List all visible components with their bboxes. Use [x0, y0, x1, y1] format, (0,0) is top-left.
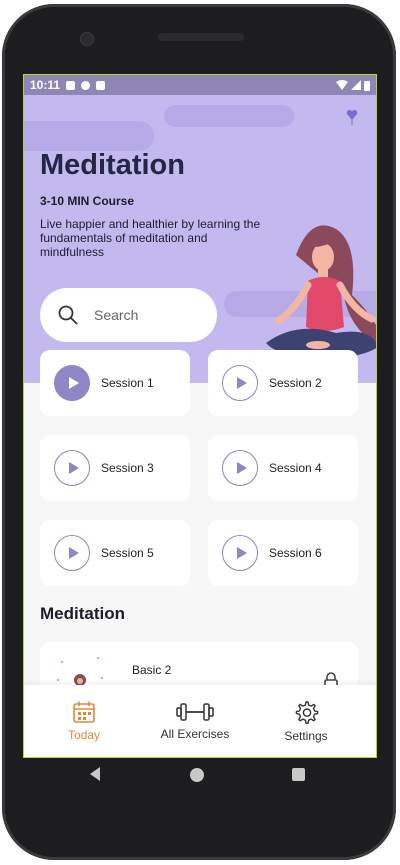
meditating-woman-illustration — [266, 225, 376, 357]
play-button[interactable] — [54, 450, 90, 486]
back-icon[interactable] — [88, 766, 102, 782]
home-icon[interactable] — [190, 768, 204, 782]
notification-icon — [66, 80, 76, 90]
play-button[interactable] — [54, 365, 90, 401]
status-time: 10:11 — [30, 78, 61, 92]
cloud-decoration — [24, 121, 154, 151]
bottom-navigation: Today All Exercises Settings — [24, 685, 376, 757]
nav-today-label: Today — [67, 728, 101, 742]
search-bar[interactable] — [40, 288, 217, 342]
recent-apps-icon[interactable] — [292, 768, 305, 781]
play-button[interactable] — [54, 535, 90, 571]
course-duration: 3-10 MIN Course — [40, 194, 135, 208]
nav-settings-label: Settings — [284, 729, 328, 743]
session-card-5[interactable]: Session 5 — [40, 520, 190, 586]
card-title: Basic 2 — [132, 663, 172, 677]
notification-icon — [81, 80, 91, 90]
play-icon — [236, 462, 247, 474]
play-icon — [68, 377, 79, 389]
session-label: Session 4 — [269, 461, 322, 475]
session-card-4[interactable]: Session 4 — [208, 435, 358, 501]
nav-today[interactable]: Today — [52, 685, 116, 757]
hero-banner: Meditation 3-10 MIN Course Live happier … — [24, 95, 376, 383]
nav-all-exercises[interactable]: All Exercises — [150, 685, 240, 757]
heart-balloon-icon — [346, 109, 358, 125]
session-card-6[interactable]: Session 6 — [208, 520, 358, 586]
phone-frame: 10:11 Meditation 3-10 MIN Course Live ha… — [2, 4, 396, 860]
sd-card-icon — [96, 80, 106, 90]
session-label: Session 3 — [101, 461, 154, 475]
session-card-1[interactable]: Session 1 — [40, 350, 190, 416]
play-icon — [236, 377, 247, 389]
signal-icon — [351, 80, 361, 90]
cloud-decoration — [164, 105, 294, 127]
session-label: Session 5 — [101, 546, 154, 560]
play-button[interactable] — [222, 365, 258, 401]
status-bar: 10:11 — [24, 75, 376, 95]
gear-icon — [295, 701, 319, 724]
play-icon — [68, 462, 79, 474]
nav-settings[interactable]: Settings — [272, 685, 340, 757]
camera-icon — [80, 32, 94, 46]
play-icon — [236, 547, 247, 559]
search-icon — [58, 305, 78, 325]
session-label: Session 6 — [269, 546, 322, 560]
battery-icon — [364, 80, 370, 91]
session-label: Session 1 — [101, 376, 154, 390]
play-button[interactable] — [222, 450, 258, 486]
wifi-icon — [336, 80, 348, 90]
speaker-grille — [158, 33, 244, 41]
course-description: Live happier and healthier by learning t… — [40, 217, 261, 259]
search-input[interactable] — [92, 306, 206, 324]
section-title: Meditation — [40, 604, 125, 623]
session-card-2[interactable]: Session 2 — [208, 350, 358, 416]
calendar-icon — [73, 701, 95, 723]
session-card-3[interactable]: Session 3 — [40, 435, 190, 501]
nav-all-exercises-label: All Exercises — [160, 727, 230, 741]
page-title: Meditation — [40, 149, 185, 181]
play-button[interactable] — [222, 535, 258, 571]
dumbbell-icon — [176, 703, 214, 721]
session-label: Session 2 — [269, 376, 322, 390]
play-icon — [68, 547, 79, 559]
app-screen: 10:11 Meditation 3-10 MIN Course Live ha… — [23, 74, 377, 758]
